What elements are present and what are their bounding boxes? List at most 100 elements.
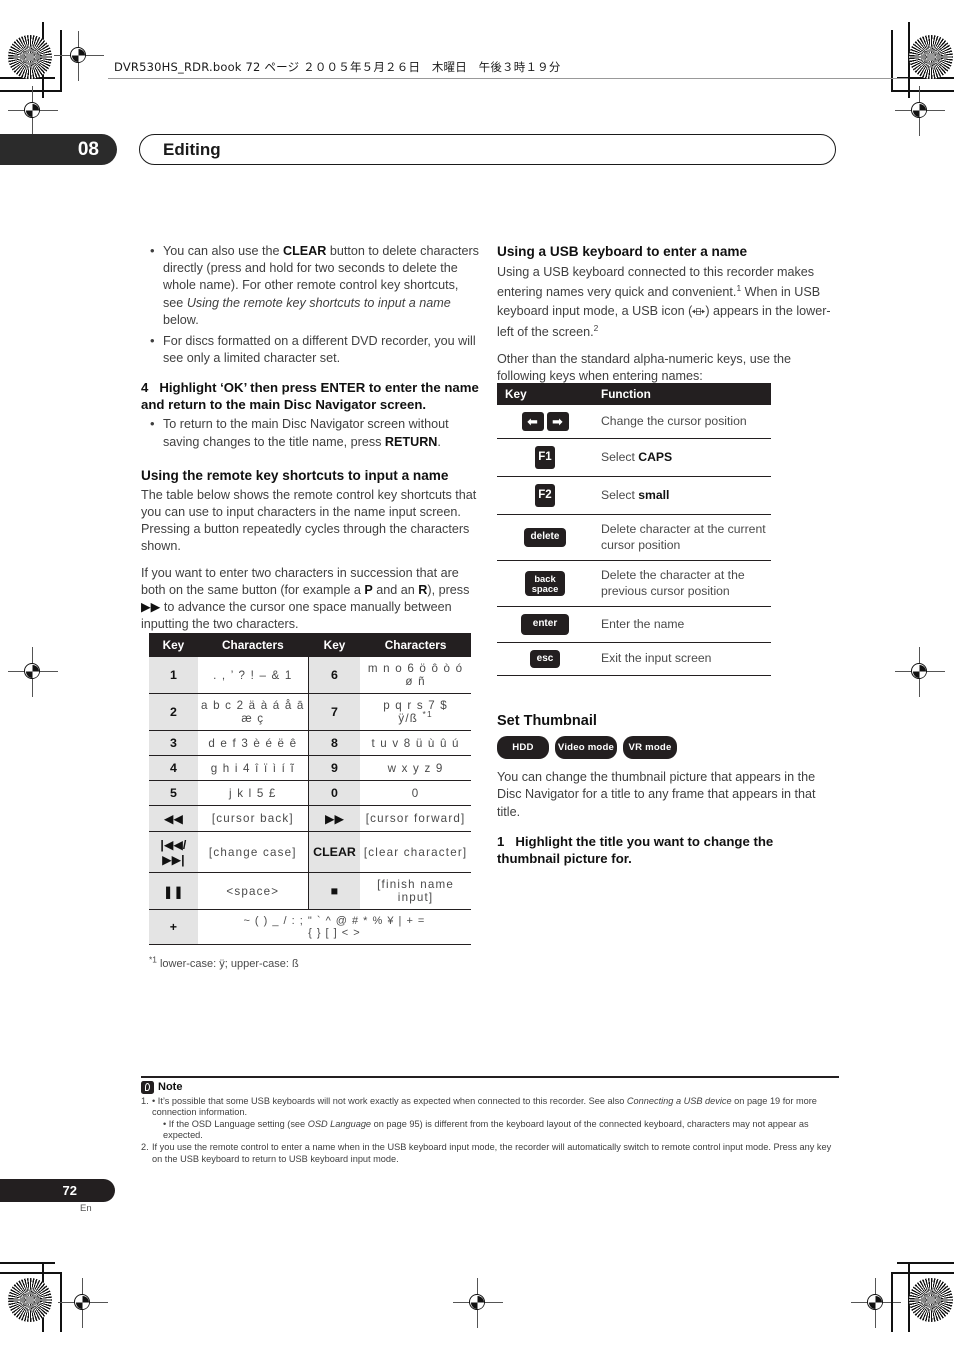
crop-mark-bottom-right-v2: [891, 1272, 893, 1332]
function-text: Delete the character at the previous cur…: [593, 560, 771, 607]
badge-hdd: HDD: [497, 736, 549, 760]
cell-key-cursor-back-icon: ◀◀: [149, 805, 198, 832]
step-4-bullets: To return to the main Disc Navigator scr…: [141, 415, 479, 450]
key-delete: delete: [497, 514, 593, 561]
f1-key-icon: F1: [535, 446, 555, 469]
step-4-number: 4: [141, 380, 149, 396]
note-text: If you use the remote control to enter a…: [152, 1141, 832, 1164]
cell-key: 9: [307, 755, 361, 781]
backspace-key-icon: back space: [524, 570, 566, 597]
crop-mark-top-left-h2: [0, 90, 62, 92]
cell-chars: a b c 2 ä à á å āæ ç: [197, 693, 309, 731]
header-rule: [108, 78, 908, 79]
table-row: F1 Select CAPS: [497, 438, 771, 477]
key-f1: F1: [497, 438, 593, 477]
f2-key-icon: F2: [535, 484, 555, 507]
left-column: You can also use the CLEAR button to del…: [141, 242, 479, 642]
function-text: Delete character at the current cursor p…: [593, 514, 771, 561]
chapter-number-badge: 08: [0, 134, 117, 165]
cell-key: 3: [149, 730, 198, 756]
table-row: 2 a b c 2 ä à á å āæ ç 7 p q r s 7 $ ÿ/ß …: [149, 693, 471, 731]
cell-chars: t u v 8 ü ù û ú: [360, 730, 471, 756]
section-heading-set-thumbnail: Set Thumbnail: [497, 713, 597, 729]
cell-key: 4: [149, 755, 198, 781]
crop-mark-bottom-left-h2: [0, 1272, 62, 1274]
table-row: 3 d e f 3 è é ë ê 8 t u v 8 ü ù û ú: [149, 730, 471, 756]
list-item: To return to the main Disc Navigator scr…: [141, 415, 479, 450]
cell-key: 7: [307, 693, 361, 731]
cell-chars: [change case]: [197, 831, 309, 873]
table-row: 4 g h i 4 î ï ì í ĩ 9 w x y z 9: [149, 755, 471, 781]
note-block: Note 1. • It’s possible that some USB ke…: [141, 1076, 839, 1165]
registration-mark-left-middle: [8, 647, 58, 697]
table-row: 5 j k l 5 £ 0 0: [149, 780, 471, 806]
cell-chars: d e f 3 è é ë ê: [197, 730, 309, 756]
usb-key-table: Key Function ⬅ ➡ Change the cursor positi…: [497, 383, 771, 676]
cell-chars: m n o 6 ö ô ò ó ø ñ: [360, 657, 471, 694]
cell-chars: g h i 4 î ï ì í ĩ: [197, 755, 309, 781]
cell-chars: p q r s 7 $ ÿ/ß *1: [360, 693, 471, 731]
paragraph-usb-1: Using a USB keyboard connected to this r…: [497, 265, 831, 339]
cell-key-pause-icon: ❚❚: [149, 872, 198, 910]
delete-key-icon: delete: [523, 528, 567, 547]
cell-key-stop-icon: ■: [307, 872, 361, 910]
chapter-title-bar: Editing: [139, 134, 836, 165]
cell-key: 0: [307, 780, 361, 806]
table-header-row: Key Characters Key Characters: [149, 633, 471, 657]
page-number-badge: 72: [0, 1179, 115, 1202]
crop-mark-top-right-h2: [891, 90, 954, 92]
character-shortcut-table: Key Characters Key Characters 1 . , ’ ? …: [149, 633, 471, 945]
table-row: ◀◀ [cursor back] ▶▶ [cursor forward]: [149, 805, 471, 832]
registration-mark-bottom-left: [58, 1278, 108, 1328]
enter-key-icon: enter: [520, 614, 570, 635]
step-4: 4 Highlight ‘OK’ then press ENTER to ente…: [141, 380, 479, 413]
page-language-code: En: [80, 1203, 92, 1214]
badge-vr-mode: VR mode: [623, 736, 677, 760]
cell-chars: 0: [360, 780, 471, 806]
table-row: F2 Select small: [497, 476, 771, 515]
cell-chars: j k l 5 £: [197, 780, 309, 806]
note-label: Note: [158, 1081, 183, 1094]
col-header-characters-1: Characters: [197, 633, 309, 657]
crop-mark-bottom-left-h: [0, 1262, 55, 1264]
table-row: ⬅ ➡ Change the cursor position: [497, 405, 771, 439]
bullet-list-top: You can also use the CLEAR button to del…: [141, 242, 479, 367]
col-header-characters-2: Characters: [360, 633, 471, 657]
key-enter: enter: [497, 606, 593, 643]
paragraph-remote-2: If you want to enter two characters in s…: [141, 565, 470, 632]
note-text: • If the OSD Language setting (see OSD L…: [163, 1118, 809, 1141]
note-item-3: 2. If you use the remote control to ente…: [141, 1142, 839, 1165]
table-header-row: Key Function: [497, 383, 771, 405]
cell-key-clear: CLEAR: [307, 831, 361, 873]
table-row: back space Delete the character at the pr…: [497, 560, 771, 607]
registration-disc-top-right: [909, 35, 953, 79]
char-table-footnote: *1 lower-case: ÿ; upper-case: ß: [149, 954, 299, 970]
key-backspace: back space: [497, 560, 593, 607]
paragraph-set-thumbnail: You can change the thumbnail picture tha…: [497, 770, 816, 819]
function-text: Exit the input screen: [593, 642, 771, 676]
registration-disc-bottom-right: [909, 1278, 953, 1322]
note-items: 1. • It’s possible that some USB keyboar…: [141, 1096, 839, 1166]
cell-key: 8: [307, 730, 361, 756]
function-text: Select small: [593, 476, 771, 515]
cell-key: 2: [149, 693, 198, 731]
badge-video-mode: Video mode: [555, 736, 617, 760]
registration-mark-left-upper: [8, 86, 58, 136]
col-header-key-1: Key: [149, 633, 198, 657]
mode-badges: HDD Video mode VR mode: [497, 736, 835, 760]
table-row: ❚❚ <space> ■ [finish name input]: [149, 872, 471, 910]
col-header-function: Function: [593, 383, 771, 405]
page-number: 72: [62, 1183, 77, 1198]
key-arrow-keys: ⬅ ➡: [497, 405, 593, 439]
cell-chars: . , ’ ? ! – & 1: [197, 657, 309, 694]
cell-chars: w x y z 9: [360, 755, 471, 781]
book-file-header: DVR530HS_RDR.book 72 ページ ２００５年５月２６日 木曜日 …: [114, 60, 561, 74]
note-item-1: 1. • It’s possible that some USB keyboar…: [141, 1096, 839, 1119]
table-row: |◀◀/▶▶| [change case] CLEAR [clear chara…: [149, 831, 471, 873]
registration-mark-right-middle: [895, 647, 945, 697]
table-row-symbols: + ~ ( ) _ / : ; " ` ^ @ # * % ¥ | + ={ }…: [149, 909, 471, 945]
note-icon: [141, 1080, 154, 1094]
note-number: 1.: [141, 1095, 149, 1106]
chapter-number: 08: [77, 138, 99, 160]
list-item: For discs formatted on a different DVD r…: [141, 332, 479, 367]
